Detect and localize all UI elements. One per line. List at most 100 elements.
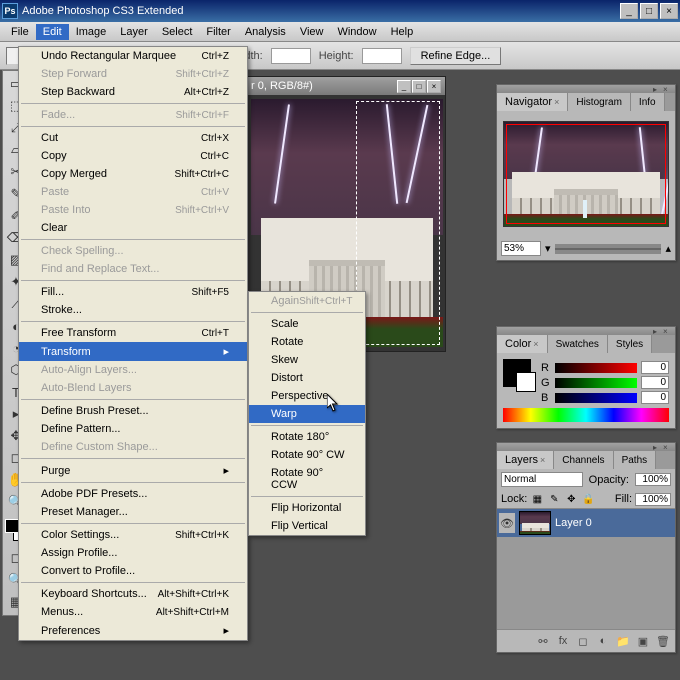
link-layers-icon[interactable]: ⚯ [534, 633, 552, 649]
menu-item[interactable]: CopyCtrl+C [19, 147, 247, 165]
menu-item[interactable]: Distort [249, 369, 365, 387]
color-swatch[interactable] [503, 359, 531, 387]
menu-item[interactable]: Define Brush Preset... [19, 402, 247, 420]
panel-close-icon[interactable]: × [663, 327, 673, 335]
width-input[interactable] [271, 48, 311, 64]
height-input[interactable] [362, 48, 402, 64]
layer-item[interactable]: 👁 Layer 0 [497, 509, 675, 537]
menu-window[interactable]: Window [330, 24, 383, 40]
r-slider[interactable] [555, 363, 637, 373]
menu-file[interactable]: File [4, 24, 36, 40]
menu-item[interactable]: Purge▸ [19, 461, 247, 480]
zoom-slider[interactable] [555, 244, 662, 254]
tab-swatches[interactable]: Swatches [548, 335, 608, 353]
menu-help[interactable]: Help [384, 24, 421, 40]
menu-filter[interactable]: Filter [199, 24, 237, 40]
menu-item[interactable]: Clear [19, 219, 247, 237]
b-slider[interactable] [555, 393, 637, 403]
delete-layer-icon[interactable]: 🗑 [654, 633, 672, 649]
menu-item[interactable]: Perspective [249, 387, 365, 405]
menu-item[interactable]: Rotate [249, 333, 365, 351]
spectrum-bar[interactable] [503, 408, 669, 422]
menu-item[interactable]: Define Pattern... [19, 420, 247, 438]
menu-item[interactable]: Undo Rectangular MarqueeCtrl+Z [19, 47, 247, 65]
menu-view[interactable]: View [293, 24, 331, 40]
menu-layer[interactable]: Layer [113, 24, 155, 40]
panel-menu-icon[interactable]: ▸ [653, 327, 663, 335]
layer-mask-icon[interactable]: ◻ [574, 633, 592, 649]
menu-item[interactable]: Keyboard Shortcuts...Alt+Shift+Ctrl+K [19, 585, 247, 603]
r-value[interactable]: 0 [641, 361, 669, 374]
panel-close-icon[interactable]: × [663, 443, 673, 451]
panel-close-icon[interactable]: × [663, 85, 673, 93]
lock-position-icon[interactable]: ✥ [564, 492, 578, 506]
navigator-thumbnail[interactable] [503, 121, 669, 227]
height-label: Height: [319, 50, 354, 62]
menu-item[interactable]: Copy MergedShift+Ctrl+C [19, 165, 247, 183]
document-titlebar[interactable]: r 0, RGB/8#) _ □ × [247, 77, 445, 95]
tab-styles[interactable]: Styles [608, 335, 652, 353]
adjustment-layer-icon[interactable]: ◐ [594, 633, 612, 649]
menu-item[interactable]: Color Settings...Shift+Ctrl+K [19, 526, 247, 544]
blend-mode-select[interactable]: Normal [501, 472, 583, 487]
tab-paths[interactable]: Paths [614, 451, 657, 469]
menu-item[interactable]: Preset Manager... [19, 503, 247, 521]
opacity-value[interactable]: 100% [635, 473, 671, 486]
g-slider[interactable] [555, 378, 637, 388]
visibility-icon[interactable]: 👁 [499, 513, 515, 533]
doc-maximize-button[interactable]: □ [412, 80, 426, 93]
menu-item[interactable]: Rotate 180° [249, 428, 365, 446]
close-button[interactable]: × [660, 3, 678, 19]
menu-item[interactable]: Flip Horizontal [249, 499, 365, 517]
g-value[interactable]: 0 [641, 376, 669, 389]
doc-minimize-button[interactable]: _ [397, 80, 411, 93]
zoom-value[interactable]: 53% [501, 241, 541, 256]
b-value[interactable]: 0 [641, 391, 669, 404]
tab-histogram[interactable]: Histogram [568, 93, 631, 111]
menu-item[interactable]: Adobe PDF Presets... [19, 485, 247, 503]
menu-item[interactable]: CutCtrl+X [19, 129, 247, 147]
menu-edit[interactable]: Edit [36, 24, 69, 40]
menu-item[interactable]: Step BackwardAlt+Ctrl+Z [19, 83, 247, 101]
new-layer-icon[interactable]: ▣ [634, 633, 652, 649]
lock-transparency-icon[interactable]: ▦ [530, 492, 544, 506]
menu-item[interactable]: Rotate 90° CW [249, 446, 365, 464]
menu-item[interactable]: Preferences▸ [19, 621, 247, 640]
menu-image[interactable]: Image [69, 24, 114, 40]
fill-value[interactable]: 100% [635, 493, 671, 506]
zoom-out-icon[interactable]: ▾ [545, 242, 551, 255]
menu-item[interactable]: Flip Vertical [249, 517, 365, 535]
menu-analysis[interactable]: Analysis [238, 24, 293, 40]
menu-item[interactable]: Transform▸ [19, 342, 247, 361]
tab-info[interactable]: Info [631, 93, 665, 111]
layer-thumbnail[interactable] [519, 511, 551, 535]
menu-item[interactable]: Assign Profile... [19, 544, 247, 562]
menu-item[interactable]: Stroke... [19, 301, 247, 319]
menu-item[interactable]: Menus...Alt+Shift+Ctrl+M [19, 603, 247, 621]
zoom-in-icon[interactable]: ▴ [665, 242, 671, 255]
tab-layers[interactable]: Layers× [497, 451, 554, 469]
menu-item[interactable]: Fill...Shift+F5 [19, 283, 247, 301]
doc-close-button[interactable]: × [427, 80, 441, 93]
menu-item[interactable]: Skew [249, 351, 365, 369]
tab-color[interactable]: Color× [497, 335, 548, 353]
panel-menu-icon[interactable]: ▸ [653, 85, 663, 93]
maximize-button[interactable]: □ [640, 3, 658, 19]
menu-select[interactable]: Select [155, 24, 200, 40]
layer-style-icon[interactable]: fx [554, 633, 572, 649]
tab-navigator[interactable]: Navigator× [497, 93, 568, 111]
tab-channels[interactable]: Channels [554, 451, 613, 469]
refine-edge-button[interactable]: Refine Edge... [410, 47, 502, 65]
menu-item[interactable]: Warp [249, 405, 365, 423]
minimize-button[interactable]: _ [620, 3, 638, 19]
layer-name[interactable]: Layer 0 [555, 517, 592, 529]
lock-all-icon[interactable]: 🔒 [581, 492, 595, 506]
menu-item[interactable]: Scale [249, 315, 365, 333]
menu-item[interactable]: Convert to Profile... [19, 562, 247, 580]
panel-menu-icon[interactable]: ▸ [653, 443, 663, 451]
menu-item[interactable]: Rotate 90° CCW [249, 464, 365, 494]
lock-image-icon[interactable]: ✎ [547, 492, 561, 506]
group-icon[interactable]: 📁 [614, 633, 632, 649]
menu-item[interactable]: Free TransformCtrl+T [19, 324, 247, 342]
b-label: B [541, 392, 551, 404]
